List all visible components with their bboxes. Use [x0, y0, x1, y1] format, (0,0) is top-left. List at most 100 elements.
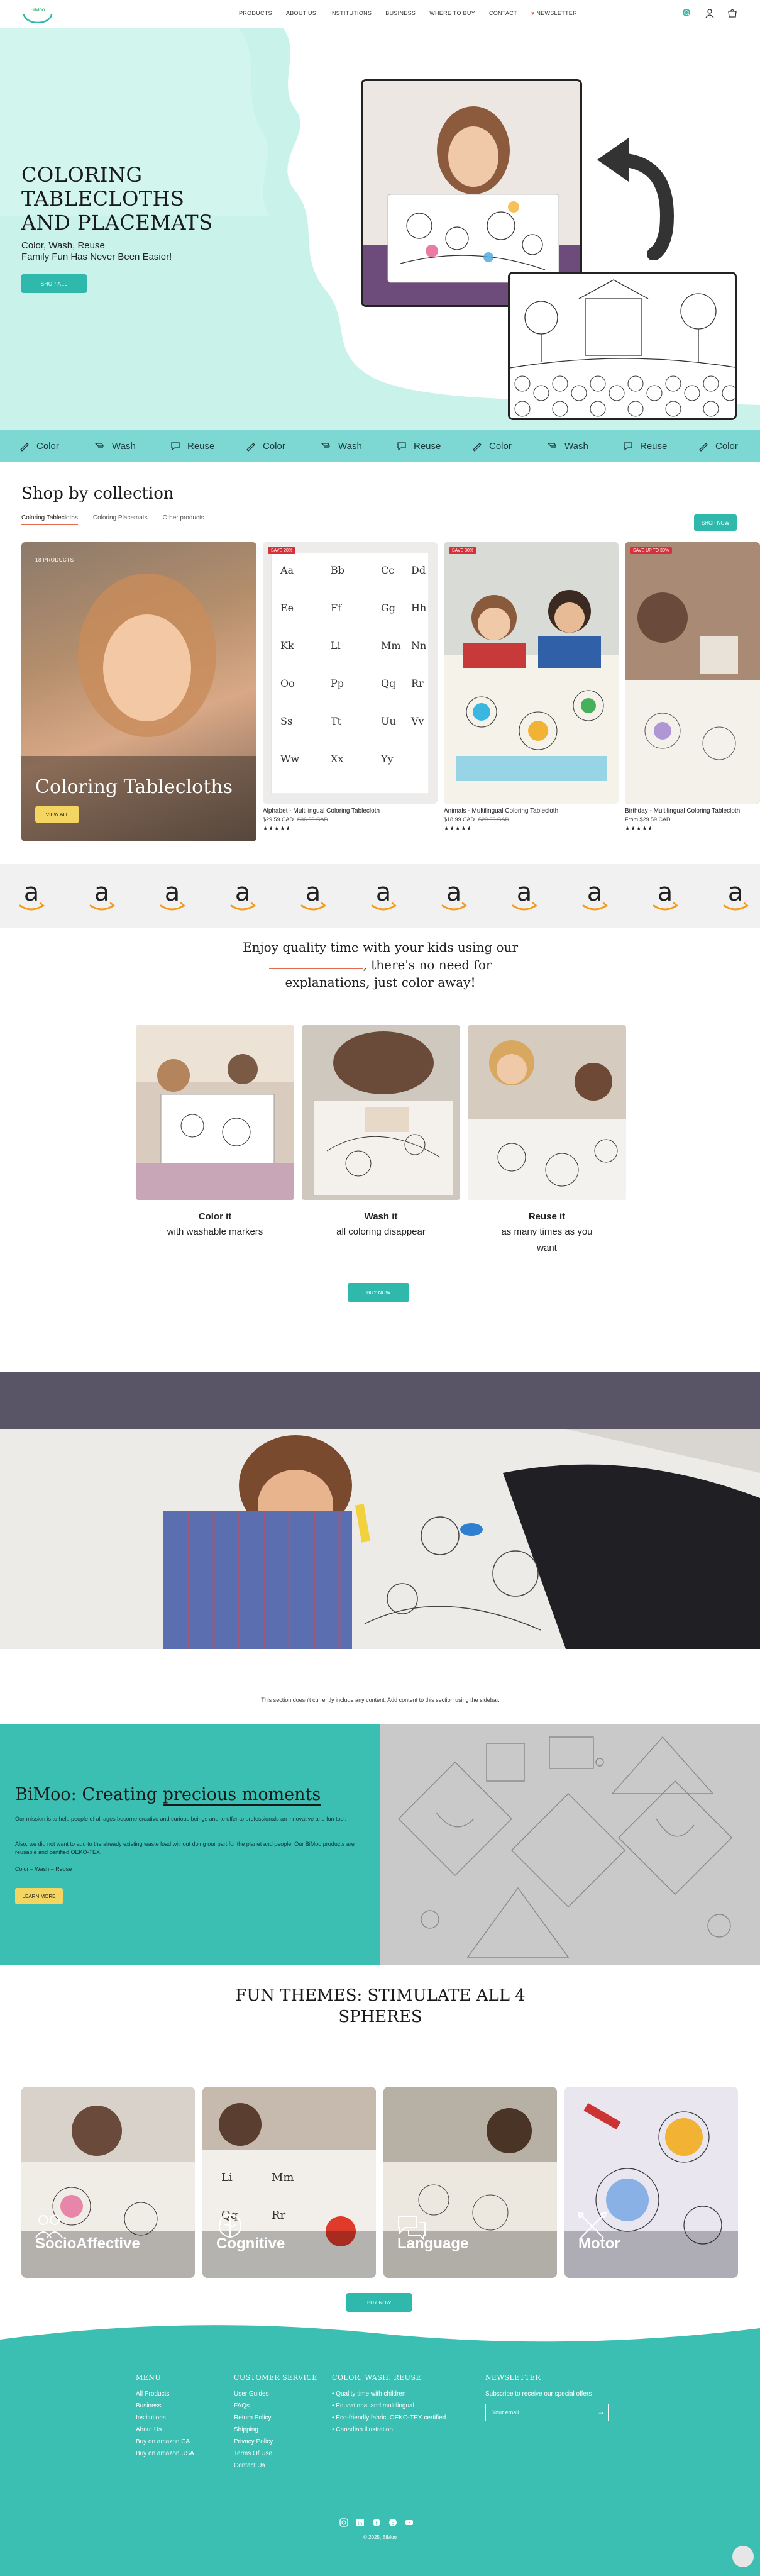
theme-card-socioaffective[interactable]: SocioAffective [21, 2087, 195, 2278]
product-card[interactable]: SAVE 30% Animals - Multilingual Coloring… [444, 542, 619, 841]
nav-where-to-buy[interactable]: WHERE TO BUY [429, 10, 475, 16]
svg-text:a: a [446, 878, 462, 907]
amazon-logo-icon[interactable]: a [83, 878, 121, 916]
amazon-logo-icon[interactable]: a [646, 878, 684, 916]
footer-bullet: • Quality time with children [332, 2390, 406, 2397]
theme-card-motor[interactable]: Motor [564, 2087, 738, 2278]
product-image[interactable]: SAVE UP TO 30% [625, 542, 760, 804]
kids-coloring-video[interactable] [0, 1372, 760, 1649]
footer-bullet: • Educational and multilingual [332, 2402, 414, 2409]
shop-all-button[interactable]: SHOP ALL [21, 274, 87, 293]
sale-price: $29.59 CAD [263, 816, 294, 823]
user-icon[interactable] [705, 8, 715, 18]
marquee-label: Reuse [187, 440, 215, 452]
email-field[interactable] [485, 2404, 609, 2421]
footer-link[interactable]: User Guides [234, 2390, 317, 2397]
site-footer: MENU All Products Business Institutions … [0, 2314, 760, 2576]
amazon-logo-icon[interactable]: a [224, 878, 262, 916]
nav-newsletter-label: NEWSLETTER [536, 10, 577, 16]
footer-link[interactable]: Terms Of Use [234, 2450, 317, 2457]
arrow-right-icon[interactable]: → [597, 2407, 605, 2416]
footer-link[interactable]: Contact Us [234, 2462, 317, 2469]
svg-text:Mm: Mm [381, 640, 401, 652]
site-header: BiMoo PRODUCTS ABOUT US INSTITUTIONS BUS… [0, 0, 760, 28]
footer-link[interactable]: Return Policy [234, 2414, 317, 2421]
hero-tagline: Family Fun Has Never Been Easier! [21, 252, 172, 262]
product-image[interactable]: Aa Bb Cc Dd Ee Ff Gg Hh Kk Li Mm Nn Oo Pp Qq Rr Ss Tt… [263, 542, 438, 804]
footer-wave [0, 2314, 760, 2342]
nav-products[interactable]: PRODUCTS [239, 10, 272, 16]
card-text: as many times as you want [501, 1226, 593, 1253]
footer-link[interactable]: All Products [136, 2390, 194, 2397]
tab-other-products[interactable]: Other products [163, 514, 204, 525]
learn-more-button[interactable]: LEARN MORE [15, 1888, 63, 1904]
theme-label: Language [397, 2235, 469, 2252]
curved-arrow-icon [597, 138, 674, 260]
nav-business[interactable]: BUSINESS [385, 10, 416, 16]
hero-title: COLORING TABLECLOTHS AND PLACEMATS [21, 163, 213, 235]
product-name[interactable]: Birthday - Multilingual Coloring Tablecl… [625, 808, 740, 814]
marquee-label: Color [36, 440, 59, 452]
tab-coloring-tablecloths[interactable]: Coloring Tablecloths [21, 514, 78, 525]
footer-link[interactable]: Shipping [234, 2426, 317, 2433]
view-all-button[interactable]: VIEW ALL [35, 806, 79, 823]
marquee-item: Color [698, 440, 754, 452]
shop-now-button[interactable]: SHOP NOW [694, 514, 737, 531]
nav-contact[interactable]: CONTACT [489, 10, 517, 16]
svg-text:Rr: Rr [272, 2209, 286, 2222]
marquee-label: Color [715, 440, 738, 452]
footer-menu-title: MENU [136, 2373, 162, 2382]
nav-institutions[interactable]: INSTITUTIONS [330, 10, 372, 16]
linkedin-icon[interactable]: in [356, 2518, 365, 2527]
marquee-item: Wash [321, 440, 377, 452]
collection-feature-card[interactable]: 18 PRODUCTS Coloring Tablecloths VIEW AL… [21, 542, 256, 841]
product-image[interactable]: SAVE 30% [444, 542, 619, 804]
marquee-label: Color [263, 440, 285, 452]
product-price: $29.59 CAD $36.99 CAD [263, 816, 328, 823]
tab-coloring-placemats[interactable]: Coloring Placemats [93, 514, 148, 525]
product-name[interactable]: Alphabet - Multilingual Coloring Tablecl… [263, 808, 380, 814]
instagram-icon[interactable] [339, 2518, 348, 2527]
footer-newsletter: NEWSLETTER Subscribe to receive our spec… [485, 2373, 609, 2421]
svg-text:Ww: Ww [280, 753, 299, 765]
collection-title: Shop by collection [21, 484, 174, 503]
crayon-icon [699, 443, 708, 452]
chat-button[interactable] [732, 2546, 754, 2567]
buy-now-button[interactable]: BUY NOW [348, 1283, 409, 1302]
wash-it-photo [302, 1025, 460, 1200]
footer-link[interactable]: About Us [136, 2426, 194, 2433]
footer-link[interactable]: Buy on amazon CA [136, 2438, 194, 2445]
footer-link[interactable]: FAQs [234, 2402, 317, 2409]
facebook-icon[interactable]: f [372, 2518, 381, 2527]
nav-about-us[interactable]: ABOUT US [286, 10, 316, 16]
pinterest-icon[interactable]: p [388, 2518, 397, 2527]
youtube-icon[interactable] [405, 2518, 414, 2527]
footer-link[interactable]: Institutions [136, 2414, 194, 2421]
amazon-logo-icon[interactable]: a [717, 878, 754, 916]
svg-text:Ss: Ss [280, 715, 292, 727]
theme-card-cognitive[interactable]: Li Mm Qq Rr Cognitive [202, 2087, 376, 2278]
footer-link[interactable]: Business [136, 2402, 194, 2409]
buy-now-button[interactable]: BUY NOW [346, 2293, 412, 2312]
rating-stars: ★★★★★ [444, 825, 473, 831]
bimoo-logo[interactable]: BiMoo [21, 4, 54, 23]
product-card[interactable]: Aa Bb Cc Dd Ee Ff Gg Hh Kk Li Mm Nn Oo Pp Qq Rr Ss Tt… [263, 542, 438, 841]
amazon-logo-icon[interactable]: a [435, 878, 473, 916]
marquee-label: Wash [112, 440, 136, 452]
search-icon[interactable] [682, 8, 692, 18]
footer-link[interactable]: Buy on amazon USA [136, 2450, 194, 2457]
amazon-logo-icon[interactable]: a [153, 878, 191, 916]
amazon-logo-icon[interactable]: a [365, 878, 402, 916]
card-text: all coloring disappear [336, 1226, 426, 1237]
product-card[interactable]: SAVE UP TO 30% Birthday - Multilingual C… [625, 542, 760, 841]
amazon-logo-icon[interactable]: a [294, 878, 332, 916]
nav-newsletter[interactable]: ♥ NEWSLETTER [531, 10, 577, 16]
rating-stars: ★★★★★ [625, 825, 654, 831]
product-name[interactable]: Animals - Multilingual Coloring Tableclo… [444, 808, 558, 814]
amazon-logo-icon[interactable]: a [13, 878, 50, 916]
amazon-logo-icon[interactable]: a [576, 878, 614, 916]
cart-icon[interactable] [727, 8, 737, 18]
footer-link[interactable]: Privacy Policy [234, 2438, 317, 2445]
theme-card-language[interactable]: Language [383, 2087, 557, 2278]
amazon-logo-icon[interactable]: a [505, 878, 543, 916]
